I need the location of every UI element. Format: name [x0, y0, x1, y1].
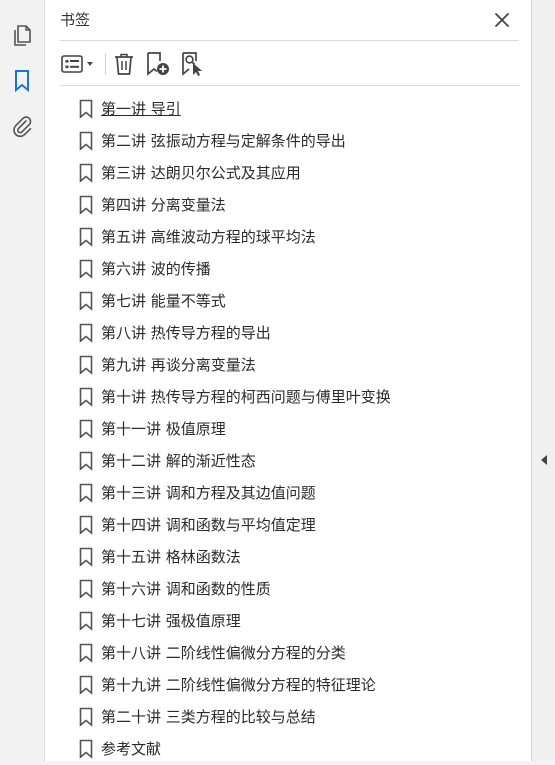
trash-icon	[115, 53, 133, 75]
bookmark-label: 第十四讲 调和函数与平均值定理	[101, 516, 316, 534]
bookmark-label: 第五讲 高维波动方程的球平均法	[101, 228, 316, 246]
attachments-button[interactable]	[9, 113, 35, 139]
bookmark-label: 第十八讲 二阶线性偏微分方程的分类	[101, 644, 346, 662]
bookmark-item[interactable]: 第二十讲 三类方程的比较与总结	[45, 701, 531, 733]
bookmark-icon	[79, 707, 93, 727]
bookmark-icon	[79, 195, 93, 215]
bookmark-label: 第十二讲 解的渐近性态	[101, 452, 256, 470]
bookmark-item[interactable]: 第十六讲 调和函数的性质	[45, 573, 531, 605]
bookmark-item[interactable]: 第五讲 高维波动方程的球平均法	[45, 221, 531, 253]
bookmark-item[interactable]: 第一讲 导引	[45, 93, 531, 125]
list-options-icon	[61, 55, 93, 73]
bookmark-icon	[79, 419, 93, 439]
page-thumbnails-button[interactable]	[9, 22, 35, 48]
bookmark-item[interactable]: 第二讲 弦振动方程与定解条件的导出	[45, 125, 531, 157]
close-panel-button[interactable]	[493, 11, 511, 29]
bookmark-label: 参考文献	[101, 740, 162, 758]
bookmark-icon	[79, 611, 93, 631]
bookmark-label: 第十九讲 二阶线性偏微分方程的特征理论	[101, 676, 376, 694]
bookmark-icon	[79, 227, 93, 247]
bookmark-label: 第十五讲 格林函数法	[101, 548, 241, 566]
bookmark-icon	[79, 131, 93, 151]
caret-left-icon	[541, 455, 547, 465]
bookmark-item[interactable]: 第三讲 达朗贝尔公式及其应用	[45, 157, 531, 189]
close-icon	[495, 13, 509, 27]
bookmark-icon	[79, 323, 93, 343]
bookmark-icon	[15, 70, 29, 93]
left-navigation-rail	[0, 0, 45, 761]
panel-header: 书签	[45, 0, 531, 40]
bookmark-item[interactable]: 第四讲 分离变量法	[45, 189, 531, 221]
bookmark-icon	[79, 163, 93, 183]
toolbar-separator	[105, 53, 106, 75]
bookmark-label: 第八讲 热传导方程的导出	[101, 324, 271, 342]
bookmark-item[interactable]: 第十五讲 格林函数法	[45, 541, 531, 573]
bookmark-label: 第十六讲 调和函数的性质	[101, 580, 271, 598]
collapse-panel-button[interactable]	[539, 451, 549, 465]
find-current-bookmark-button[interactable]	[179, 51, 205, 77]
pages-icon	[14, 25, 31, 46]
bookmark-item[interactable]: 第八讲 热传导方程的导出	[45, 317, 531, 349]
delete-bookmark-button[interactable]	[112, 51, 136, 77]
bookmark-label: 第二讲 弦振动方程与定解条件的导出	[101, 132, 346, 150]
bookmarks-button[interactable]	[9, 68, 35, 94]
bookmark-icon	[79, 451, 93, 471]
bookmark-icon	[79, 259, 93, 279]
bookmark-icon	[79, 515, 93, 535]
bookmark-label: 第一讲 导引	[101, 100, 181, 118]
header-divider	[60, 40, 519, 41]
bookmark-icon	[79, 579, 93, 599]
find-bookmark-icon	[182, 52, 202, 76]
bookmark-item[interactable]: 第十二讲 解的渐近性态	[45, 445, 531, 477]
bookmark-item[interactable]: 第十四讲 调和函数与平均值定理	[45, 509, 531, 541]
bookmark-label: 第二十讲 三类方程的比较与总结	[101, 708, 316, 726]
bookmark-item[interactable]: 第七讲 能量不等式	[45, 285, 531, 317]
bookmark-label: 第六讲 波的传播	[101, 260, 211, 278]
bookmark-item[interactable]: 参考文献	[45, 733, 531, 765]
bookmark-item[interactable]: 第十八讲 二阶线性偏微分方程的分类	[45, 637, 531, 669]
bookmark-icon	[79, 99, 93, 119]
bookmark-icon	[79, 387, 93, 407]
bookmark-icon	[79, 483, 93, 503]
bookmark-item[interactable]: 第十三讲 调和方程及其边值问题	[45, 477, 531, 509]
bookmark-label: 第十讲 热传导方程的柯西问题与傅里叶变换	[101, 388, 391, 406]
toolbar-divider	[60, 85, 519, 86]
add-bookmark-icon	[147, 52, 169, 76]
bookmark-label: 第七讲 能量不等式	[101, 292, 226, 310]
bookmark-icon	[79, 355, 93, 375]
bookmark-icon	[79, 643, 93, 663]
panel-title: 书签	[60, 11, 91, 29]
bookmark-item[interactable]: 第十一讲 极值原理	[45, 413, 531, 445]
bookmarks-panel: 书签 第一讲 导引 第二讲 弦振动方程与定解条件的导出 第三讲 达朗贝尔公式及其…	[45, 0, 531, 761]
bookmark-list: 第一讲 导引第二讲 弦振动方程与定解条件的导出 第三讲 达朗贝尔公式及其应用 第四讲…	[45, 93, 531, 765]
bookmark-label: 第十七讲 强极值原理	[101, 612, 241, 630]
attachment-icon	[13, 116, 32, 138]
right-pane-strip	[531, 0, 555, 761]
bookmark-label: 第十三讲 调和方程及其边值问题	[101, 484, 316, 502]
bookmark-label: 第十一讲 极值原理	[101, 420, 226, 438]
bookmark-icon	[79, 739, 93, 759]
options-menu-button[interactable]	[60, 51, 98, 77]
bookmark-item[interactable]: 第十九讲 二阶线性偏微分方程的特征理论	[45, 669, 531, 701]
bookmark-item[interactable]: 第九讲 再谈分离变量法	[45, 349, 531, 381]
bookmark-icon	[79, 547, 93, 567]
bookmark-icon	[79, 291, 93, 311]
new-bookmark-button[interactable]	[145, 51, 171, 77]
bookmark-label: 第四讲 分离变量法	[101, 196, 226, 214]
bookmark-toolbar	[45, 44, 531, 84]
bookmark-item[interactable]: 第十七讲 强极值原理	[45, 605, 531, 637]
bookmark-label: 第三讲 达朗贝尔公式及其应用	[101, 164, 301, 182]
bookmark-label: 第九讲 再谈分离变量法	[101, 356, 256, 374]
bookmark-item[interactable]: 第十讲 热传导方程的柯西问题与傅里叶变换	[45, 381, 531, 413]
bookmark-icon	[79, 675, 93, 695]
bookmark-item[interactable]: 第六讲 波的传播	[45, 253, 531, 285]
